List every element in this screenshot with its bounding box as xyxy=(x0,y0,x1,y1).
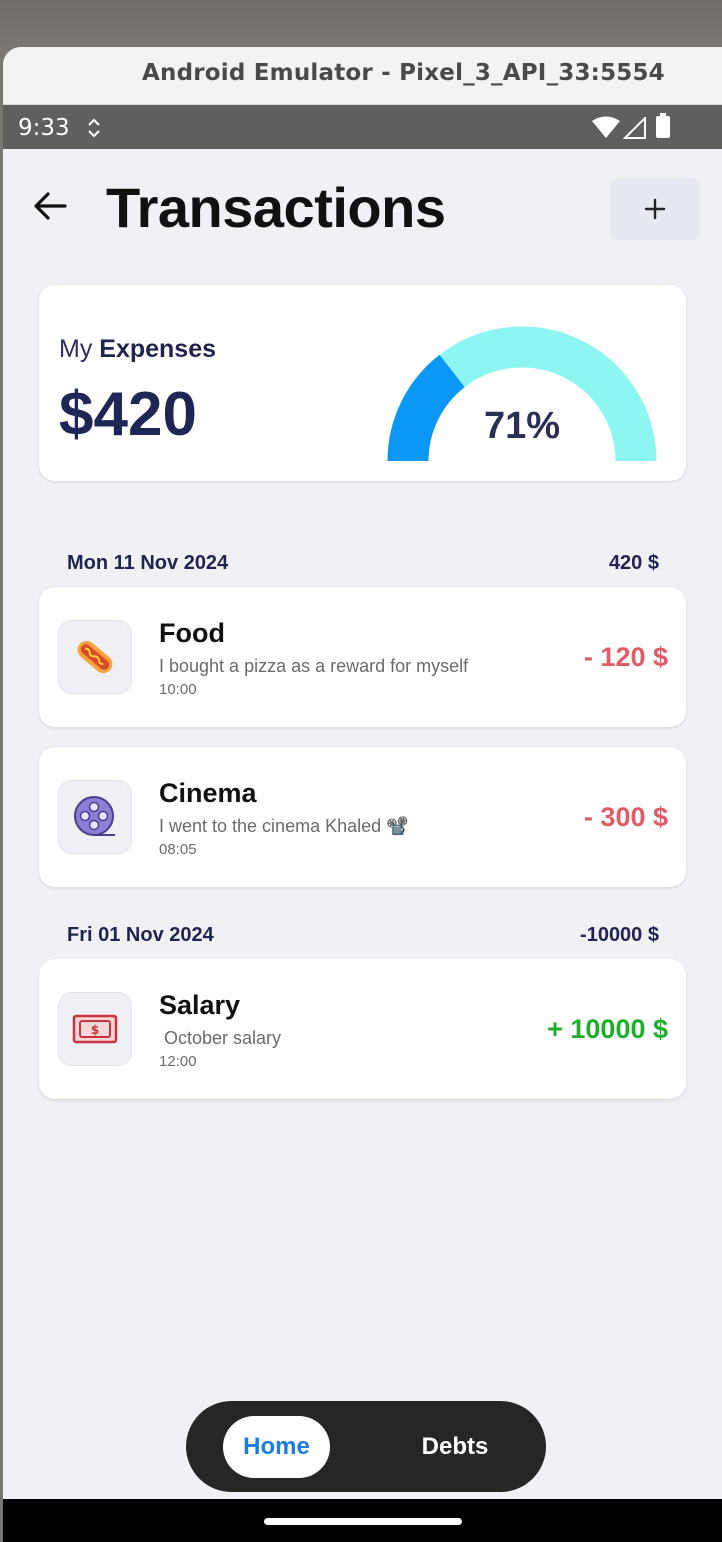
app-bar: Transactions xyxy=(3,149,722,261)
category-icon-box: $ xyxy=(58,992,132,1066)
date-group-header: Mon 11 Nov 2024 420 $ xyxy=(67,552,659,575)
transaction-title: Salary xyxy=(159,990,241,1020)
summary-label-bold: Expenses xyxy=(99,335,217,363)
date-group-header: Fri 01 Nov 2024 -10000 $ xyxy=(67,924,659,947)
back-button[interactable] xyxy=(29,185,71,227)
transaction-description: I went to the cinema Khaled 📽️ xyxy=(159,816,409,836)
gauge-percent: 71% xyxy=(483,405,561,447)
expense-gauge: 71% xyxy=(382,321,662,462)
arrow-left-icon xyxy=(34,192,67,220)
data-saver-icon xyxy=(85,117,103,144)
navigation-gesture-bar xyxy=(3,1499,722,1542)
transaction-description: October salary xyxy=(159,1028,282,1048)
home-gesture-pill[interactable] xyxy=(264,1518,462,1525)
status-time: 9:33 xyxy=(18,115,70,141)
group-date: Mon 11 Nov 2024 xyxy=(67,552,229,574)
transaction-amount: + 10000 $ xyxy=(547,1014,668,1044)
wifi-icon xyxy=(591,115,621,144)
transaction-time: 10:00 xyxy=(159,681,197,698)
transaction-card[interactable]: $ Salary October salary 12:00 + 10000 $ xyxy=(39,959,686,1099)
transaction-amount: - 120 $ xyxy=(583,642,668,672)
group-total: 420 $ xyxy=(608,552,659,574)
status-bar: 9:33 xyxy=(3,105,722,149)
transaction-description: I bought a pizza as a reward for myself xyxy=(159,656,469,676)
transaction-card[interactable]: Food I bought a pizza as a reward for my… xyxy=(39,587,686,727)
summary-label-prefix: My xyxy=(59,335,93,363)
summary-amount: $420 xyxy=(59,380,197,449)
film-reel-icon xyxy=(74,796,115,836)
emulator-window: Android Emulator - Pixel_3_API_33:5554 9… xyxy=(3,47,722,1542)
emulator-titlebar[interactable]: Android Emulator - Pixel_3_API_33:5554 xyxy=(3,47,722,105)
battery-icon xyxy=(655,113,671,144)
bottom-nav: Home Debts xyxy=(186,1401,546,1492)
transaction-card[interactable]: Cinema I went to the cinema Khaled 📽️ 08… xyxy=(39,747,686,887)
content-area[interactable]: My Expenses $420 71% Mon 11 Nov 2024 420… xyxy=(3,261,722,1499)
plus-icon xyxy=(644,198,666,220)
summary-label: My Expenses xyxy=(59,335,216,364)
category-icon-box xyxy=(58,620,132,694)
banknote-icon: $ xyxy=(72,1014,118,1044)
group-total: -10000 $ xyxy=(580,924,659,946)
svg-text:$: $ xyxy=(91,1023,99,1037)
signal-icon xyxy=(622,115,647,144)
add-transaction-button[interactable] xyxy=(610,178,700,240)
transaction-time: 12:00 xyxy=(159,1053,197,1070)
transaction-title: Food xyxy=(159,618,225,648)
hotdog-icon xyxy=(77,640,113,674)
nav-debts-tab[interactable]: Debts xyxy=(395,1416,515,1478)
expenses-summary-card: My Expenses $420 71% xyxy=(39,285,686,481)
transaction-title: Cinema xyxy=(159,778,257,808)
nav-home-tab[interactable]: Home xyxy=(223,1416,330,1478)
group-date: Fri 01 Nov 2024 xyxy=(67,924,214,946)
page-title: Transactions xyxy=(106,176,446,239)
category-icon-box xyxy=(58,780,132,854)
transaction-amount: - 300 $ xyxy=(583,802,668,832)
transaction-time: 08:05 xyxy=(159,841,197,858)
window-title: Android Emulator - Pixel_3_API_33:5554 xyxy=(142,60,665,86)
